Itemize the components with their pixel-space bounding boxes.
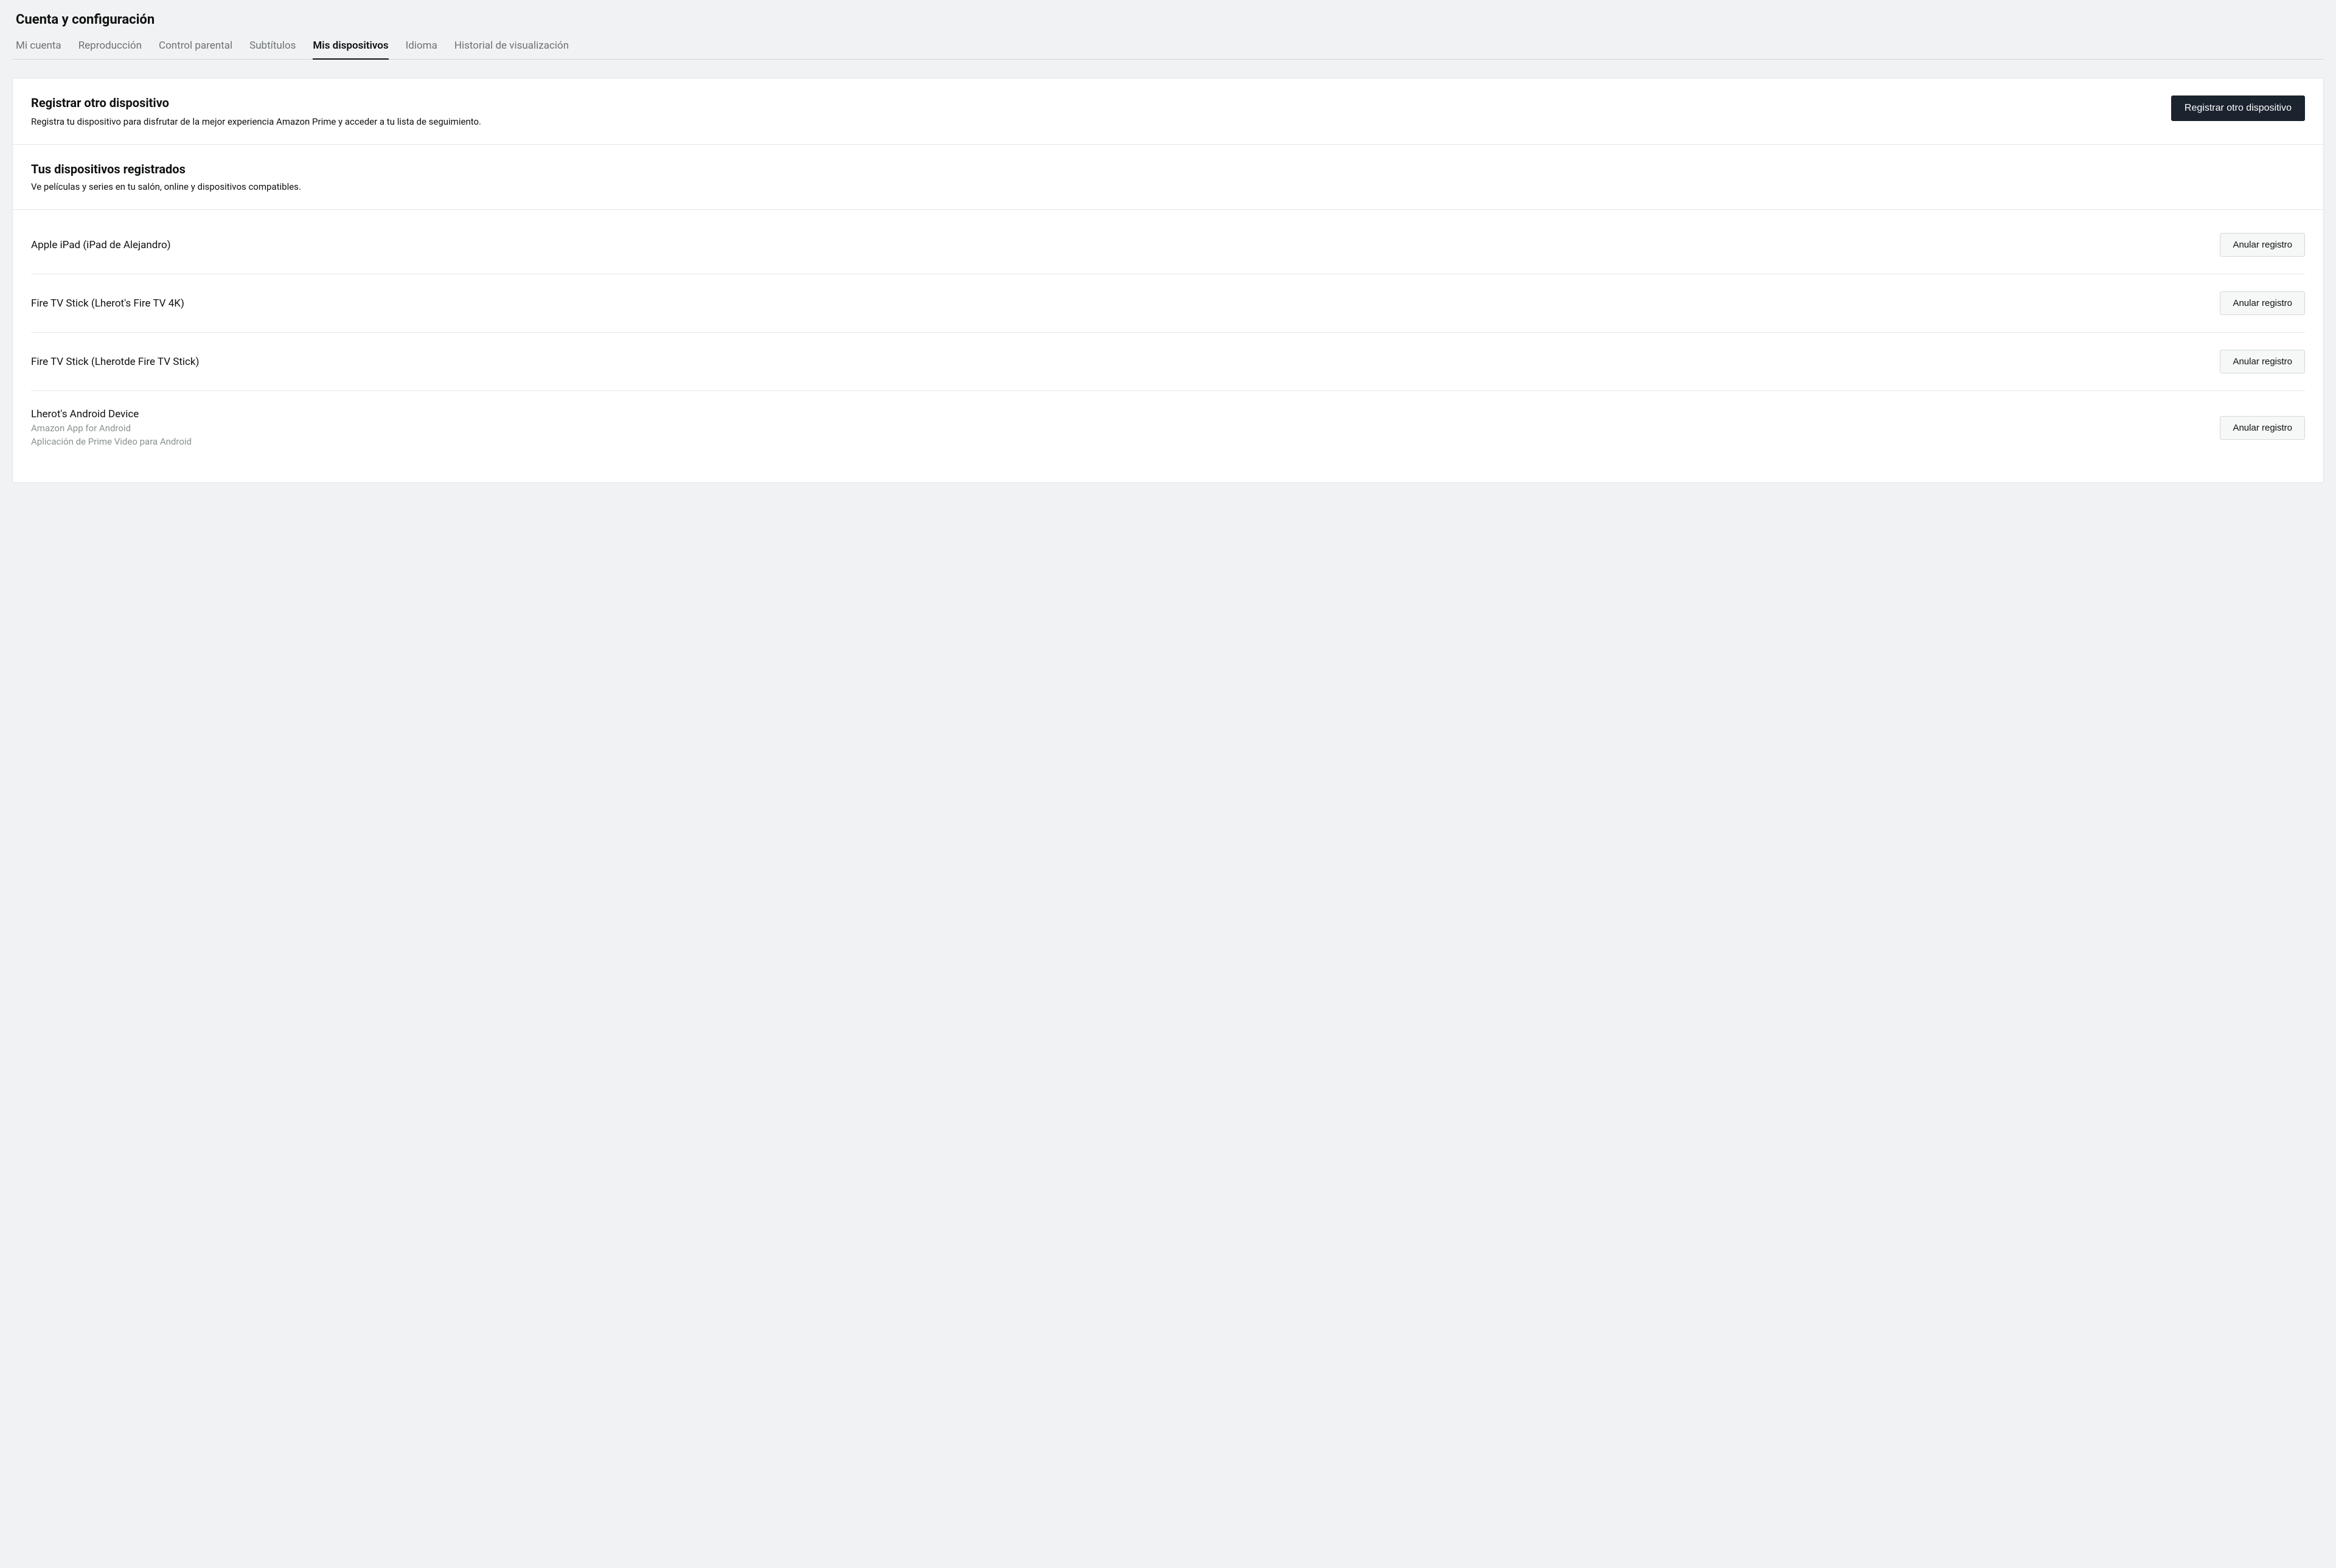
- device-row: Fire TV Stick (Lherotde Fire TV Stick) An…: [31, 333, 2305, 391]
- register-device-button[interactable]: Registrar otro dispositivo: [2171, 95, 2305, 121]
- tab-control-parental[interactable]: Control parental: [159, 40, 232, 59]
- unregister-button[interactable]: Anular registro: [2220, 350, 2305, 373]
- device-subline: Aplicación de Prime Video para Android: [31, 436, 192, 447]
- tabs-bar: Mi cuenta Reproducción Control parental Sub…: [12, 40, 2324, 60]
- device-info: Apple iPad (iPad de Alejandro): [31, 239, 171, 251]
- tab-idioma[interactable]: Idioma: [406, 40, 437, 59]
- unregister-button[interactable]: Anular registro: [2220, 291, 2305, 315]
- device-row: Fire TV Stick (Lherot's Fire TV 4K) Anula…: [31, 274, 2305, 333]
- device-name: Lherot's Android Device: [31, 408, 192, 420]
- register-text: Registrar otro dispositivo Registra tu d…: [31, 95, 481, 127]
- device-info: Fire TV Stick (Lherotde Fire TV Stick): [31, 356, 199, 368]
- tab-historial-de-visualización[interactable]: Historial de visualización: [454, 40, 569, 59]
- device-subline: Amazon App for Android: [31, 423, 192, 434]
- tab-mis-dispositivos[interactable]: Mis dispositivos: [313, 40, 388, 59]
- device-info: Lherot's Android Device Amazon App for An…: [31, 408, 192, 447]
- devices-panel: Registrar otro dispositivo Registra tu d…: [12, 78, 2324, 483]
- device-row: Lherot's Android Device Amazon App for An…: [31, 391, 2305, 464]
- device-row: Apple iPad (iPad de Alejandro) Anular reg…: [31, 216, 2305, 274]
- page-title: Cuenta y configuración: [16, 12, 2324, 27]
- tab-mi-cuenta[interactable]: Mi cuenta: [16, 40, 61, 59]
- device-name: Fire TV Stick (Lherotde Fire TV Stick): [31, 356, 199, 368]
- register-description: Registra tu dispositivo para disfrutar d…: [31, 116, 481, 127]
- registered-header: Tus dispositivos registrados Ve película…: [13, 145, 2323, 210]
- register-title: Registrar otro dispositivo: [31, 95, 481, 110]
- register-section: Registrar otro dispositivo Registra tu d…: [13, 78, 2323, 145]
- device-list: Apple iPad (iPad de Alejandro) Anular reg…: [13, 210, 2323, 482]
- unregister-button[interactable]: Anular registro: [2220, 233, 2305, 257]
- device-name: Apple iPad (iPad de Alejandro): [31, 239, 171, 251]
- device-name: Fire TV Stick (Lherot's Fire TV 4K): [31, 297, 184, 310]
- registered-description: Ve películas y series en tu salón, onlin…: [31, 181, 2305, 192]
- unregister-button[interactable]: Anular registro: [2220, 416, 2305, 440]
- registered-title: Tus dispositivos registrados: [31, 162, 2305, 176]
- tab-reproducción[interactable]: Reproducción: [78, 40, 142, 59]
- device-info: Fire TV Stick (Lherot's Fire TV 4K): [31, 297, 184, 310]
- tab-subtítulos[interactable]: Subtítulos: [249, 40, 296, 59]
